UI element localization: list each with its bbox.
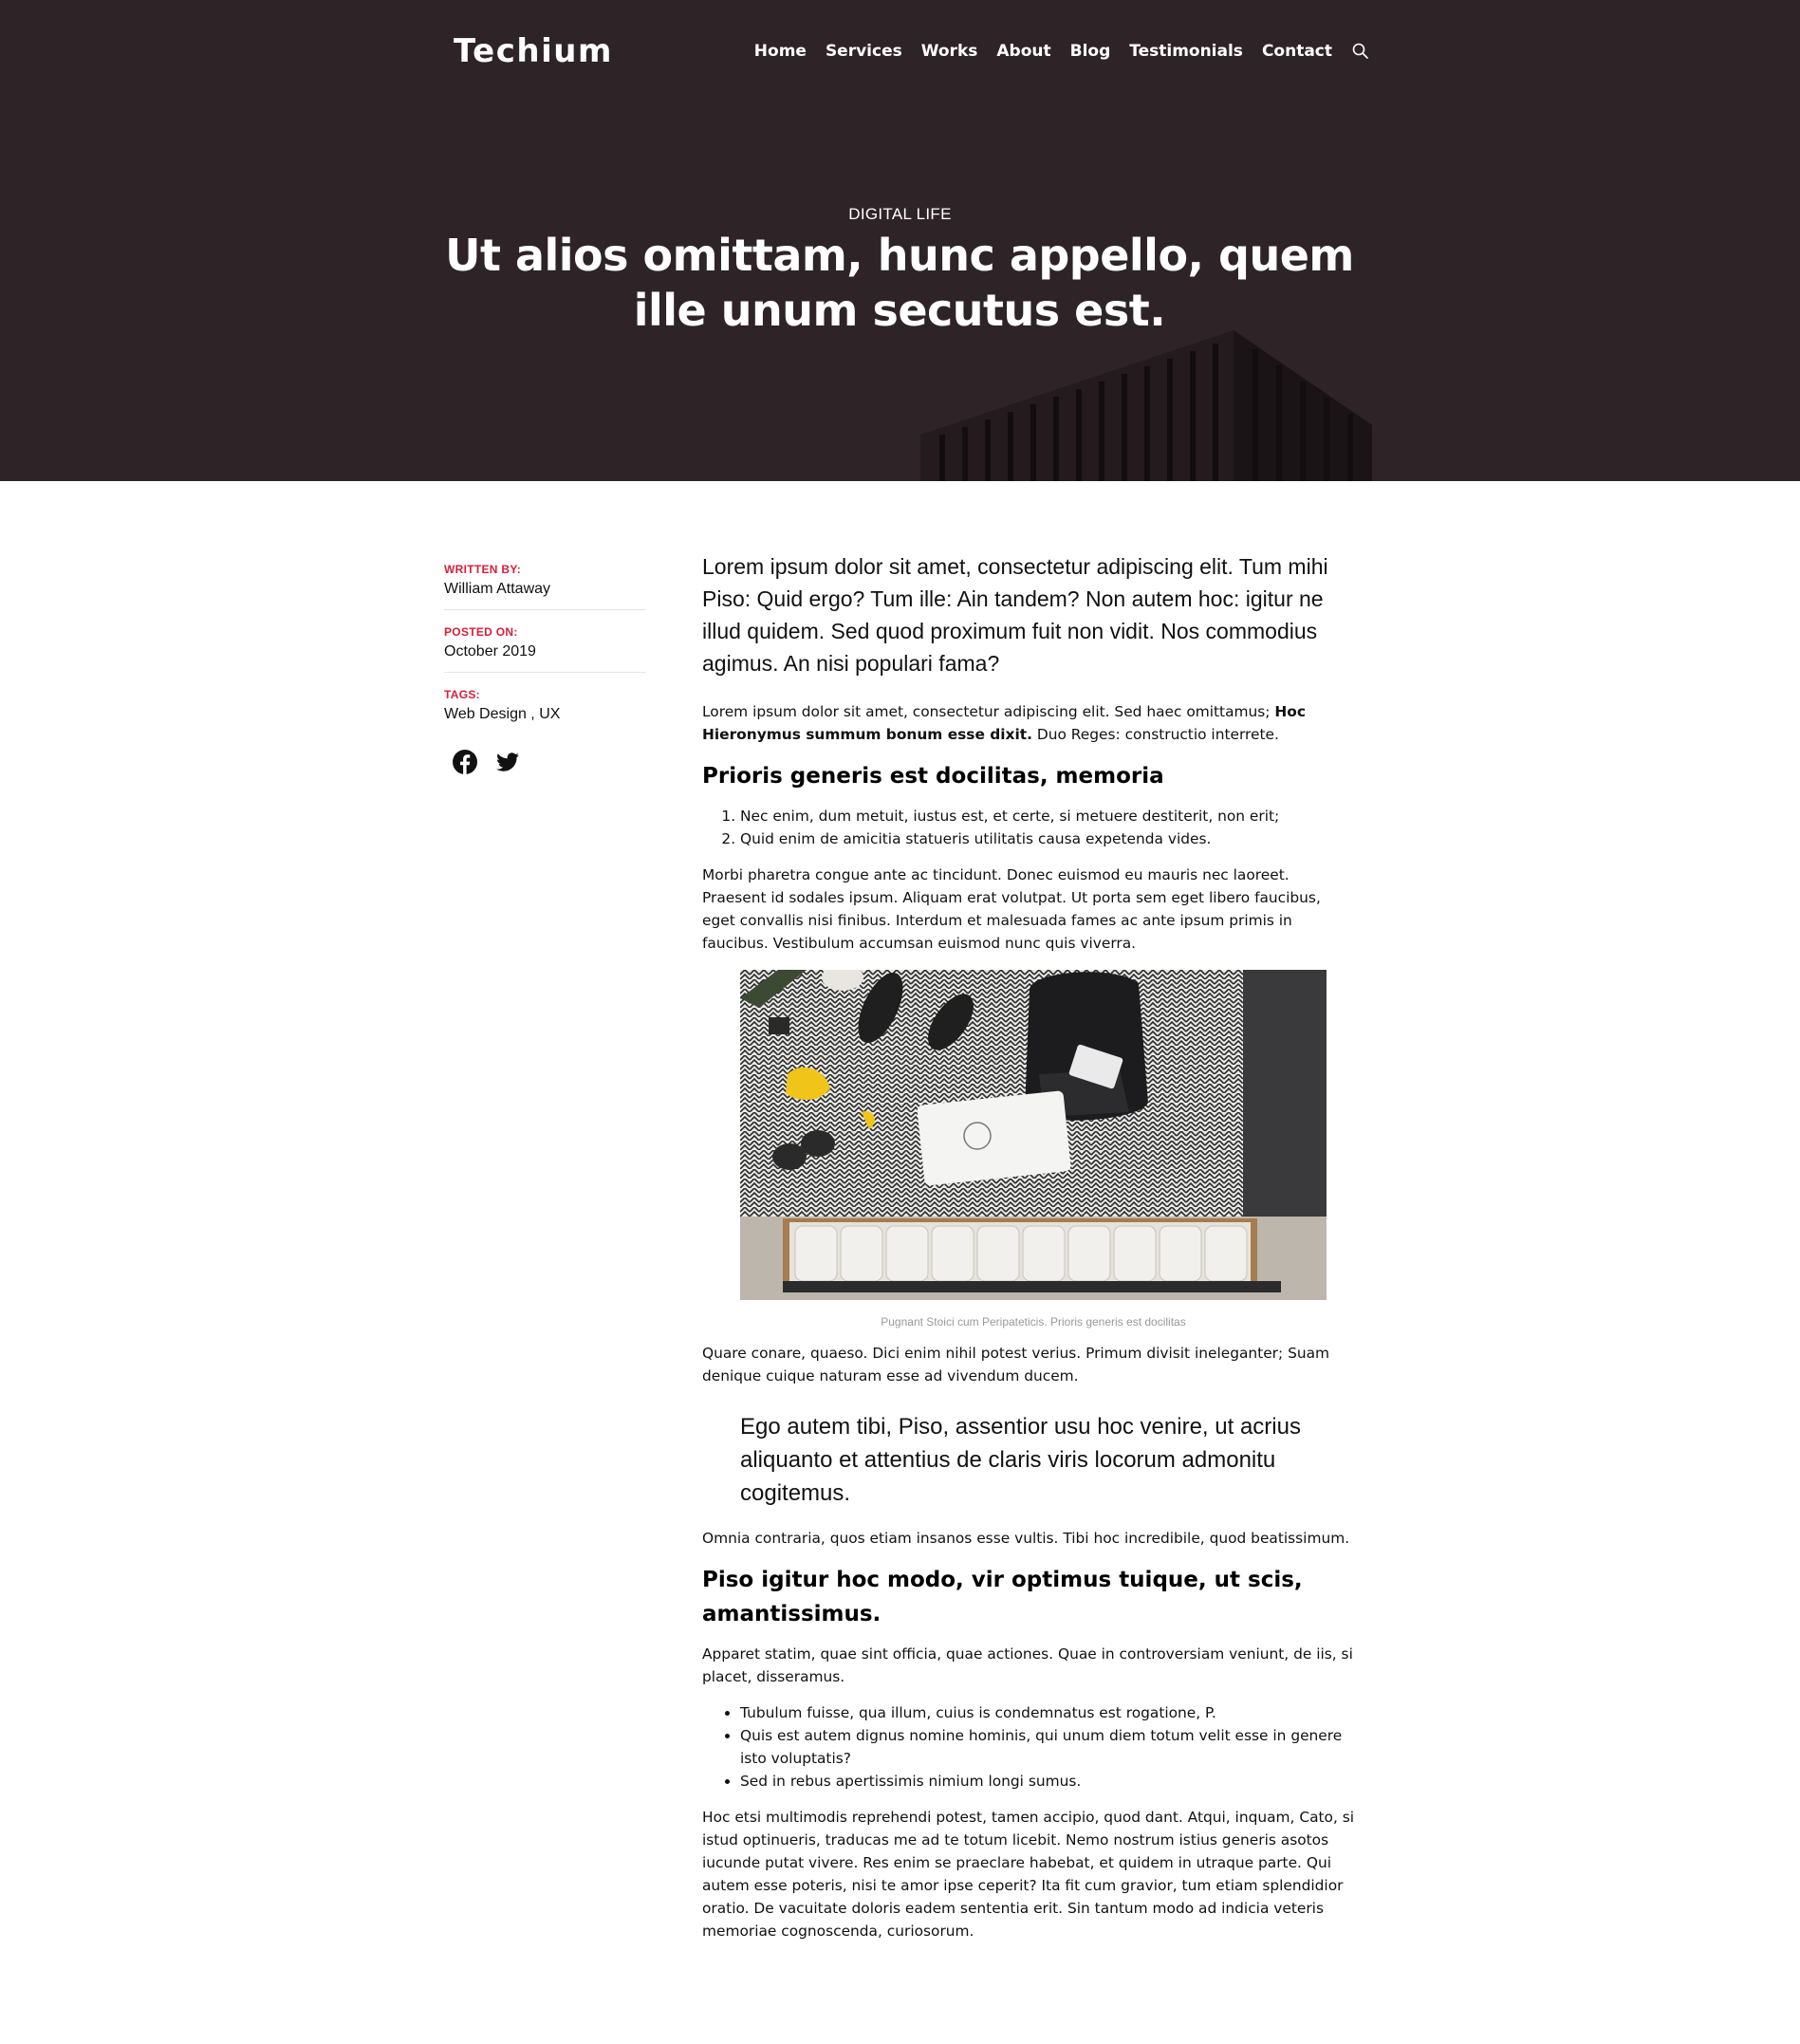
- paragraph-intro: Lorem ipsum dolor sit amet, consectetur …: [702, 700, 1357, 746]
- meta-tags: TAGS: Web Design , UX: [444, 687, 646, 734]
- search-icon[interactable]: [1351, 42, 1370, 61]
- main-nav: Home Services Works About Blog Testimoni…: [754, 42, 1370, 61]
- top-navigation-bar: Techium Home Services Works About Blog T…: [454, 28, 1370, 76]
- paragraph-intro-end: Duo Reges: constructio interrete.: [1031, 726, 1279, 743]
- post-meta-sidebar: WRITTEN BY: William Attaway POSTED ON: O…: [444, 562, 646, 775]
- meta-author: WRITTEN BY: William Attaway: [444, 562, 646, 610]
- post-tags[interactable]: Web Design , UX: [444, 704, 646, 725]
- paragraph-2: Morbi pharetra congue ante ac tincidunt.…: [702, 866, 1321, 952]
- nav-item-home[interactable]: Home: [754, 42, 807, 61]
- post-body: Lorem ipsum dolor sit amet, consectetur …: [702, 550, 1357, 1956]
- ordered-list-item: Nec enim, dum metuit, iustus est, et cer…: [740, 805, 1357, 827]
- paragraph-6: Hoc etsi multimodis reprehendi potest, t…: [702, 1809, 1355, 1940]
- hero-banner: Techium Home Services Works About Blog T…: [0, 0, 1800, 481]
- meta-label-posted-on: POSTED ON:: [444, 625, 518, 639]
- paragraph-5: Apparet statim, quae sint officia, quae …: [702, 1645, 1353, 1685]
- ordered-list: Nec enim, dum metuit, iustus est, et cer…: [702, 805, 1357, 850]
- paragraph-intro-start: Lorem ipsum dolor sit amet, consectetur …: [702, 703, 1275, 720]
- bullet-list-item: Sed in rebus apertissimis nimium longi s…: [740, 1770, 1357, 1793]
- section-heading-2: Piso igitur hoc modo, vir optimus tuique…: [702, 1568, 1303, 1626]
- nav-item-blog[interactable]: Blog: [1070, 42, 1111, 61]
- nav-item-testimonials[interactable]: Testimonials: [1129, 42, 1243, 61]
- lead-paragraph: Lorem ipsum dolor sit amet, consectetur …: [702, 554, 1328, 676]
- article-figure: Pugnant Stoici cum Peripateticis. Priori…: [740, 970, 1327, 1329]
- paragraph-4: Omnia contraria, quos etiam insanos esse…: [702, 1530, 1350, 1547]
- meta-label-written-by: WRITTEN BY:: [444, 563, 522, 576]
- nav-item-contact[interactable]: Contact: [1262, 42, 1332, 61]
- social-share: [444, 749, 646, 775]
- post-date: October 2019: [444, 643, 536, 660]
- bullet-list-item: Tubulum fuisse, qua illum, cuius is cond…: [740, 1701, 1357, 1724]
- paragraph-3: Quare conare, quaeso. Dici enim nihil po…: [702, 1345, 1330, 1384]
- ordered-list-item: Quid enim de amicitia statueris utilitat…: [740, 827, 1357, 850]
- post-title: Ut alios omittam, hunc appello, quem ill…: [445, 230, 1354, 336]
- building-background-image: [920, 330, 1372, 481]
- pull-quote: Ego autem tibi, Piso, assentior usu hoc …: [740, 1414, 1301, 1506]
- meta-label-tags: TAGS:: [444, 688, 480, 701]
- meta-posted: POSTED ON: October 2019: [444, 624, 646, 673]
- site-logo[interactable]: Techium: [454, 32, 613, 70]
- nav-item-about[interactable]: About: [996, 42, 1050, 61]
- facebook-icon[interactable]: [452, 749, 478, 775]
- flatlay-photo: [740, 970, 1327, 1300]
- author-name: William Attaway: [444, 581, 551, 597]
- figure-caption: Pugnant Stoici cum Peripateticis. Priori…: [881, 1315, 1186, 1329]
- bullet-list-item: Quis est autem dignus nomine hominis, qu…: [740, 1724, 1357, 1770]
- section-heading-1: Prioris generis est docilitas, memoria: [702, 764, 1164, 789]
- twitter-icon[interactable]: [494, 749, 521, 775]
- post-category: DIGITAL LIFE: [848, 205, 952, 223]
- nav-item-works[interactable]: Works: [921, 42, 978, 61]
- nav-item-services[interactable]: Services: [826, 42, 902, 61]
- bullet-list: Tubulum fuisse, qua illum, cuius is cond…: [702, 1701, 1357, 1793]
